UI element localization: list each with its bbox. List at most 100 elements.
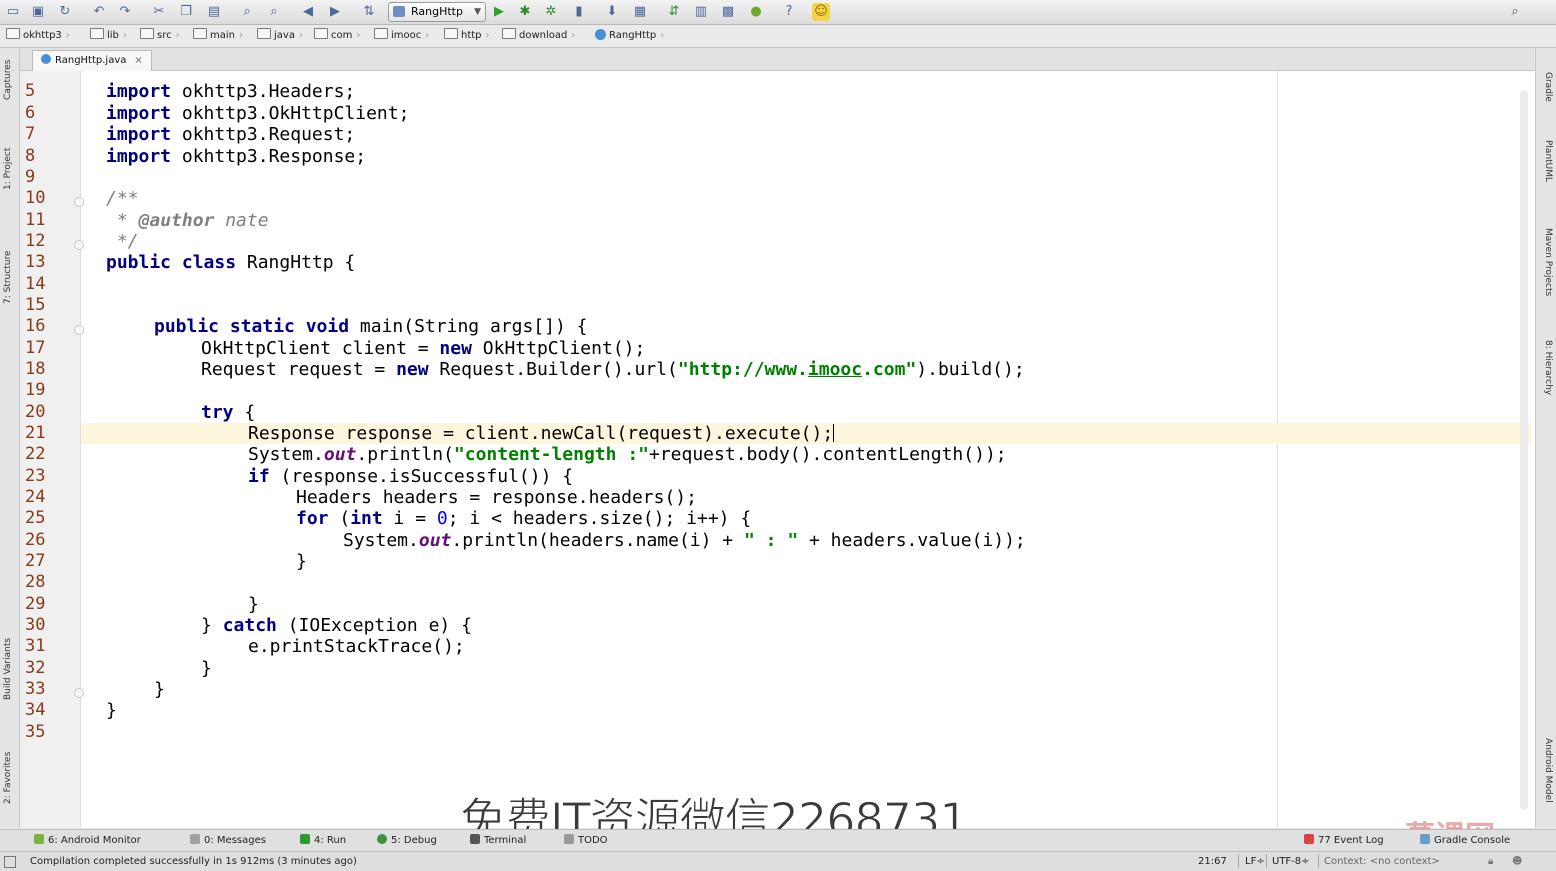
breadcrumb-item[interactable]: download › [502, 28, 575, 44]
debug-icon[interactable]: ✱ [516, 3, 534, 21]
code-text: RangHttp { [236, 252, 356, 273]
tool-button-run[interactable]: 4: Run [300, 833, 346, 848]
avd-manager-icon[interactable]: ▦ [631, 3, 649, 21]
keyword: int [350, 508, 383, 529]
run-icon[interactable]: ▶ [490, 3, 508, 21]
folder-open-icon[interactable]: ▭ [4, 3, 22, 21]
tool-window-build-variants[interactable]: Build Variants [3, 638, 13, 700]
breadcrumb-item[interactable]: com › [314, 28, 360, 44]
copy-icon[interactable]: ❐ [177, 3, 195, 21]
keyword: try [201, 402, 234, 423]
url-link[interactable]: imooc [808, 359, 862, 380]
keyword: if [248, 466, 270, 487]
file-encoding-widget[interactable]: UTF-8÷ [1272, 854, 1310, 869]
sdk-manager-icon[interactable]: ⬇ [603, 3, 621, 21]
tool-window-android-model[interactable]: Android Model [1543, 738, 1553, 803]
keyword: import [106, 103, 172, 124]
tool-windows-toggle-icon[interactable] [4, 856, 16, 868]
help-icon[interactable]: ? [780, 3, 798, 21]
tool-window-plantuml[interactable]: PlantUML [1543, 140, 1553, 182]
forward-icon[interactable]: ▶ [326, 3, 344, 21]
tool-window-maven-projects[interactable]: Maven Projects [1543, 228, 1553, 296]
tool-window-captures[interactable]: Captures [3, 60, 13, 100]
code-text: (IOException e) { [276, 615, 472, 636]
line-number: 7 [25, 124, 36, 144]
line-number: 23 [25, 466, 46, 486]
tool-button-event-log[interactable]: 77 Event Log [1304, 833, 1384, 848]
string-literal: " : " [743, 530, 799, 551]
back-icon[interactable]: ◀ [299, 3, 317, 21]
tool-window-favorites[interactable]: 2: Favorites [3, 752, 13, 804]
chevron-down-icon: ▼ [474, 7, 481, 17]
close-icon[interactable]: × [134, 55, 142, 66]
fold-marker-icon[interactable] [74, 240, 84, 250]
replace-icon[interactable]: ⌕ [265, 3, 283, 21]
editor-tabs: RangHttp.java × [20, 48, 1534, 71]
tool-button-debug[interactable]: 5: Debug [377, 833, 437, 848]
tool-button-todo[interactable]: TODO [564, 833, 608, 848]
make-icon[interactable]: ⇅ [360, 3, 378, 21]
tool-button-terminal[interactable]: Terminal [470, 833, 526, 848]
fold-marker-icon[interactable] [74, 688, 84, 698]
tool-window-structure[interactable]: 7: Structure [3, 251, 13, 305]
code-text: OkHttpClient(); [471, 338, 646, 359]
tool-window-hierarchy[interactable]: 8: Hierarchy [1543, 340, 1553, 395]
fold-marker-icon[interactable] [74, 325, 84, 335]
string-literal: "content-length :" [453, 444, 649, 465]
breadcrumb-item[interactable]: http › [444, 28, 490, 44]
structure-icon[interactable]: ▥ [692, 3, 710, 21]
search-everywhere-icon[interactable]: ⌕ [1506, 3, 1524, 21]
sync-icon[interactable]: ↻ [56, 3, 74, 21]
code-text: Headers headers = response.headers(); [296, 487, 697, 508]
gradle-icon [1420, 834, 1430, 844]
find-icon[interactable]: ⌕ [238, 3, 256, 21]
breadcrumb-item[interactable]: imooc › [374, 28, 429, 44]
inspector-icon[interactable]: ☻ [1512, 854, 1522, 869]
code-text: OkHttpClient client = [201, 338, 440, 359]
run-configuration-label: RangHttp [411, 5, 463, 18]
right-tool-strip: Gradle PlantUML Maven Projects 8: Hierar… [1535, 48, 1556, 828]
fold-marker-icon[interactable] [74, 197, 84, 207]
breadcrumb-item[interactable]: lib › [90, 28, 127, 44]
plugin-icon[interactable]: ☺ [812, 3, 830, 21]
line-separator-widget[interactable]: LF÷ [1245, 854, 1265, 869]
tool-window-gradle[interactable]: Gradle [1543, 72, 1553, 102]
stop-icon[interactable]: ▮ [570, 3, 588, 21]
event-count-badge: 77 [1318, 835, 1331, 846]
android-icon[interactable]: ● [747, 3, 765, 21]
lock-icon[interactable]: 🔒︎ [1488, 854, 1493, 869]
keyword: new [396, 359, 429, 380]
line-number: 10 [25, 188, 46, 208]
editor-scrollbar[interactable] [1520, 90, 1528, 810]
caret-position[interactable]: 21:67 [1198, 854, 1227, 869]
attach-debugger-icon[interactable]: ✲ [542, 3, 560, 21]
line-number: 26 [25, 530, 46, 550]
monitor-icon[interactable]: ▩ [719, 3, 737, 21]
breadcrumb-item[interactable]: java › [257, 28, 303, 44]
android-icon [34, 834, 44, 844]
undo-icon[interactable]: ↶ [90, 3, 108, 21]
static-field: out [323, 444, 357, 465]
cut-icon[interactable]: ✂ [150, 3, 168, 21]
gradle-sync-icon[interactable]: ⇵ [665, 3, 683, 21]
breadcrumb-item[interactable]: RangHttp › [595, 28, 664, 44]
android-app-icon [393, 6, 405, 17]
tool-button-gradle-console[interactable]: Gradle Console [1420, 833, 1510, 848]
paste-icon[interactable]: ▤ [205, 3, 223, 21]
save-icon[interactable]: ▣ [29, 3, 47, 21]
tab-ranghttp-java[interactable]: RangHttp.java × [32, 50, 152, 71]
tool-button-android-monitor[interactable]: 6: Android Monitor [34, 833, 141, 848]
breadcrumb-item[interactable]: src › [140, 28, 180, 44]
code-text: okhttp3.Response; [171, 146, 367, 167]
line-number: 35 [25, 722, 46, 742]
run-configuration-select[interactable]: RangHttp ▼ [388, 2, 486, 22]
string-literal: " [905, 359, 917, 380]
tool-button-messages[interactable]: 0: Messages [190, 833, 266, 848]
redo-icon[interactable]: ↷ [116, 3, 134, 21]
status-message[interactable]: Compilation completed successfully in 1s… [30, 854, 357, 869]
text-caret [833, 424, 835, 442]
breadcrumb-item[interactable]: main › [193, 28, 243, 44]
context-widget[interactable]: Context: <no context> [1324, 854, 1440, 869]
breadcrumb-item[interactable]: okhttp3 › [6, 28, 70, 44]
tool-window-project[interactable]: 1: Project [3, 148, 13, 190]
